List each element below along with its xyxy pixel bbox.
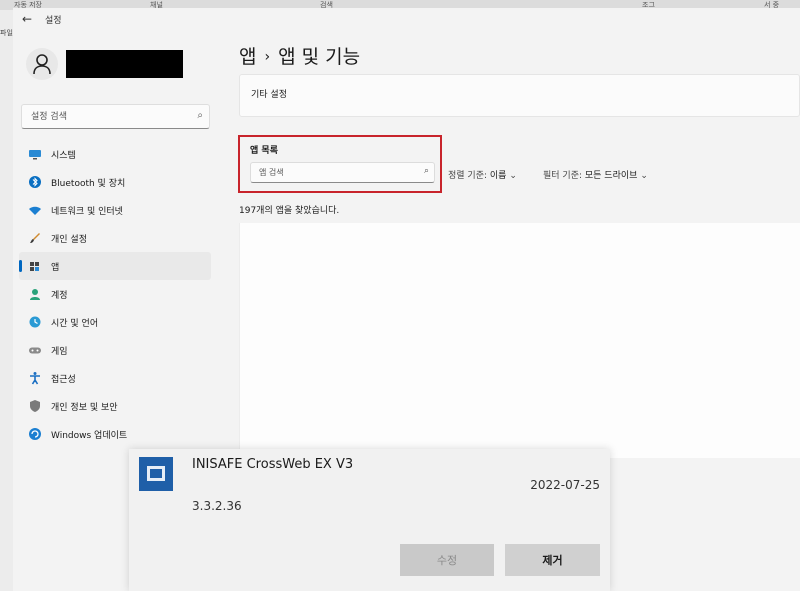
sidebar-item-label: 개인 정보 및 보안 <box>51 403 118 413</box>
remove-button[interactable]: 제거 <box>505 544 600 576</box>
wifi-icon <box>29 206 41 215</box>
install-date: 2022-07-25 <box>530 478 600 492</box>
gamepad-icon <box>29 347 41 354</box>
sidebar-item-label: 게임 <box>51 347 68 357</box>
sidebar-item-accounts[interactable]: 계정 <box>19 280 211 308</box>
back-arrow-icon[interactable]: ← <box>19 11 35 27</box>
breadcrumb-parent[interactable]: 앱 <box>239 46 256 68</box>
sidebar-item-label: 계정 <box>51 291 68 301</box>
avatar[interactable] <box>26 48 58 80</box>
brush-icon <box>30 233 40 243</box>
sidebar-item-network[interactable]: 네트워크 및 인터넷 <box>19 196 211 224</box>
breadcrumb-separator-icon: › <box>264 49 271 65</box>
search-icon[interactable]: ⌕ <box>197 110 203 121</box>
app-name: INISAFE CrossWeb EX V3 <box>192 457 354 472</box>
other-settings-card[interactable]: 기타 설정 <box>239 74 800 117</box>
sidebar-item-label: 개인 설정 <box>51 235 87 245</box>
app-version: 3.3.2.36 <box>192 499 242 513</box>
sidebar-item-accessibility[interactable]: 접근성 <box>19 364 211 392</box>
accessibility-icon <box>30 372 40 385</box>
sidebar-item-time-language[interactable]: 시간 및 언어 <box>19 308 211 336</box>
app-list-heading: 앱 목록 <box>250 146 278 156</box>
globe-clock-icon <box>29 316 41 328</box>
background-window-edge: 파일 <box>0 10 13 591</box>
sort-label: 정렬 기준: <box>448 171 488 181</box>
sidebar-item-privacy-security[interactable]: 개인 정보 및 보안 <box>19 392 211 420</box>
sidebar-item-bluetooth[interactable]: Bluetooth 및 장치 <box>19 168 211 196</box>
search-icon[interactable]: ⌕ <box>424 166 429 176</box>
person-icon <box>30 289 40 300</box>
update-icon <box>29 428 41 440</box>
redacted-account-name <box>66 50 183 78</box>
window-title: 설정 <box>45 16 62 26</box>
sidebar-item-label: 접근성 <box>51 375 76 385</box>
monitor-icon <box>29 150 41 160</box>
modify-button[interactable]: 수정 <box>400 544 494 576</box>
bluetooth-icon <box>29 176 41 188</box>
app-count-text: 197개의 앱을 찾았습니다. <box>239 206 340 216</box>
other-settings-label: 기타 설정 <box>251 90 287 100</box>
background-window-text: 파일 <box>0 29 13 37</box>
sidebar-item-windows-update[interactable]: Windows 업데이트 <box>19 420 211 448</box>
chevron-down-icon: ⌄ <box>509 171 517 181</box>
app-list-highlight-box: 앱 목록 ⌕ <box>238 135 442 193</box>
filter-dropdown[interactable]: 필터 기준: 모든 드라이브 ⌄ <box>543 168 648 181</box>
sidebar-item-label: 앱 <box>51 263 60 273</box>
sidebar-item-gaming[interactable]: 게임 <box>19 336 211 364</box>
sort-value: 이름 <box>489 171 507 181</box>
active-indicator <box>19 260 22 272</box>
filter-label: 필터 기준: <box>543 171 583 181</box>
sidebar-nav: 시스템 Bluetooth 및 장치 네트워크 및 인터넷 개인 설정 앱 계정 <box>19 140 211 448</box>
page-title: 앱 및 기능 <box>278 46 361 68</box>
person-avatar-icon <box>33 54 51 75</box>
app-search-box[interactable]: ⌕ <box>250 162 435 183</box>
sidebar-item-apps[interactable]: 앱 <box>19 252 211 280</box>
app-icon <box>139 457 173 491</box>
settings-search-input[interactable] <box>22 105 182 128</box>
sidebar-item-label: 시간 및 언어 <box>51 319 99 329</box>
filter-value: 모든 드라이브 <box>584 171 638 181</box>
uninstall-dialog: INISAFE CrossWeb EX V3 2022-07-25 3.3.2.… <box>129 449 610 591</box>
app-search-input[interactable] <box>251 163 411 182</box>
chevron-down-icon: ⌄ <box>640 171 648 181</box>
shield-icon <box>30 400 40 412</box>
apps-icon <box>30 262 39 271</box>
sidebar-item-label: Windows 업데이트 <box>51 431 128 441</box>
sidebar-item-label: Bluetooth 및 장치 <box>51 179 126 189</box>
app-list[interactable] <box>239 223 800 458</box>
sidebar-item-system[interactable]: 시스템 <box>19 140 211 168</box>
settings-search-box[interactable]: ⌕ <box>21 104 210 129</box>
breadcrumb: 앱 › 앱 및 기능 <box>239 42 360 69</box>
sidebar-item-label: 네트워크 및 인터넷 <box>51 207 123 217</box>
sidebar-item-label: 시스템 <box>51 151 76 161</box>
sidebar-item-personalization[interactable]: 개인 설정 <box>19 224 211 252</box>
sort-dropdown[interactable]: 정렬 기준: 이름 ⌄ <box>448 168 517 181</box>
